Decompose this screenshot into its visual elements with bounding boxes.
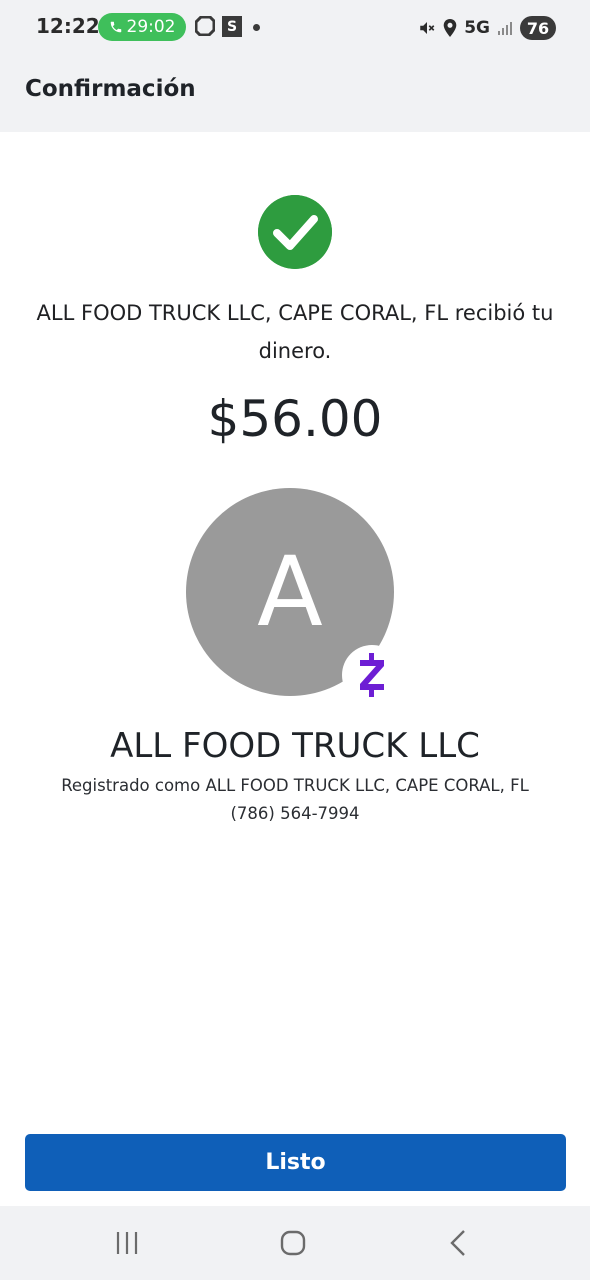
more-notifications-icon <box>253 24 260 31</box>
page-title: Confirmación <box>25 76 196 102</box>
back-icon[interactable] <box>444 1228 474 1258</box>
notification-app-icon: S <box>222 16 242 37</box>
done-button[interactable]: Listo <box>25 1134 566 1191</box>
mute-icon <box>420 22 435 34</box>
recipient-name: ALL FOOD TRUCK LLC <box>110 726 480 766</box>
zelle-icon <box>360 653 384 697</box>
phone-icon <box>110 21 121 33</box>
system-nav-bar <box>0 1206 590 1280</box>
confirmation-message: ALL FOOD TRUCK LLC, CAPE CORAL, FL recib… <box>36 301 554 363</box>
status-bar: 12:22 29:02 S 5G 76 <box>0 0 590 56</box>
call-indicator[interactable]: 29:02 <box>98 13 186 41</box>
recent-apps-icon[interactable] <box>112 1228 142 1258</box>
zelle-badge <box>342 645 402 705</box>
location-icon <box>443 19 457 37</box>
top-bar: Confirmación <box>0 56 590 132</box>
avatar-initial: A <box>257 536 323 648</box>
bank-app-icon <box>195 16 215 36</box>
success-check-icon <box>258 195 332 269</box>
signal-icon <box>498 22 512 35</box>
battery-indicator: 76 <box>520 16 556 40</box>
registered-as-text: Registrado como ALL FOOD TRUCK LLC, CAPE… <box>61 776 529 795</box>
network-type: 5G <box>464 18 490 38</box>
home-icon[interactable] <box>278 1228 308 1258</box>
status-time: 12:22 <box>36 14 100 38</box>
status-right: 5G 76 <box>418 14 556 42</box>
recipient-phone: (786) 564-7994 <box>230 804 360 823</box>
call-timer: 29:02 <box>126 17 176 37</box>
amount-sent: $56.00 <box>207 390 383 448</box>
